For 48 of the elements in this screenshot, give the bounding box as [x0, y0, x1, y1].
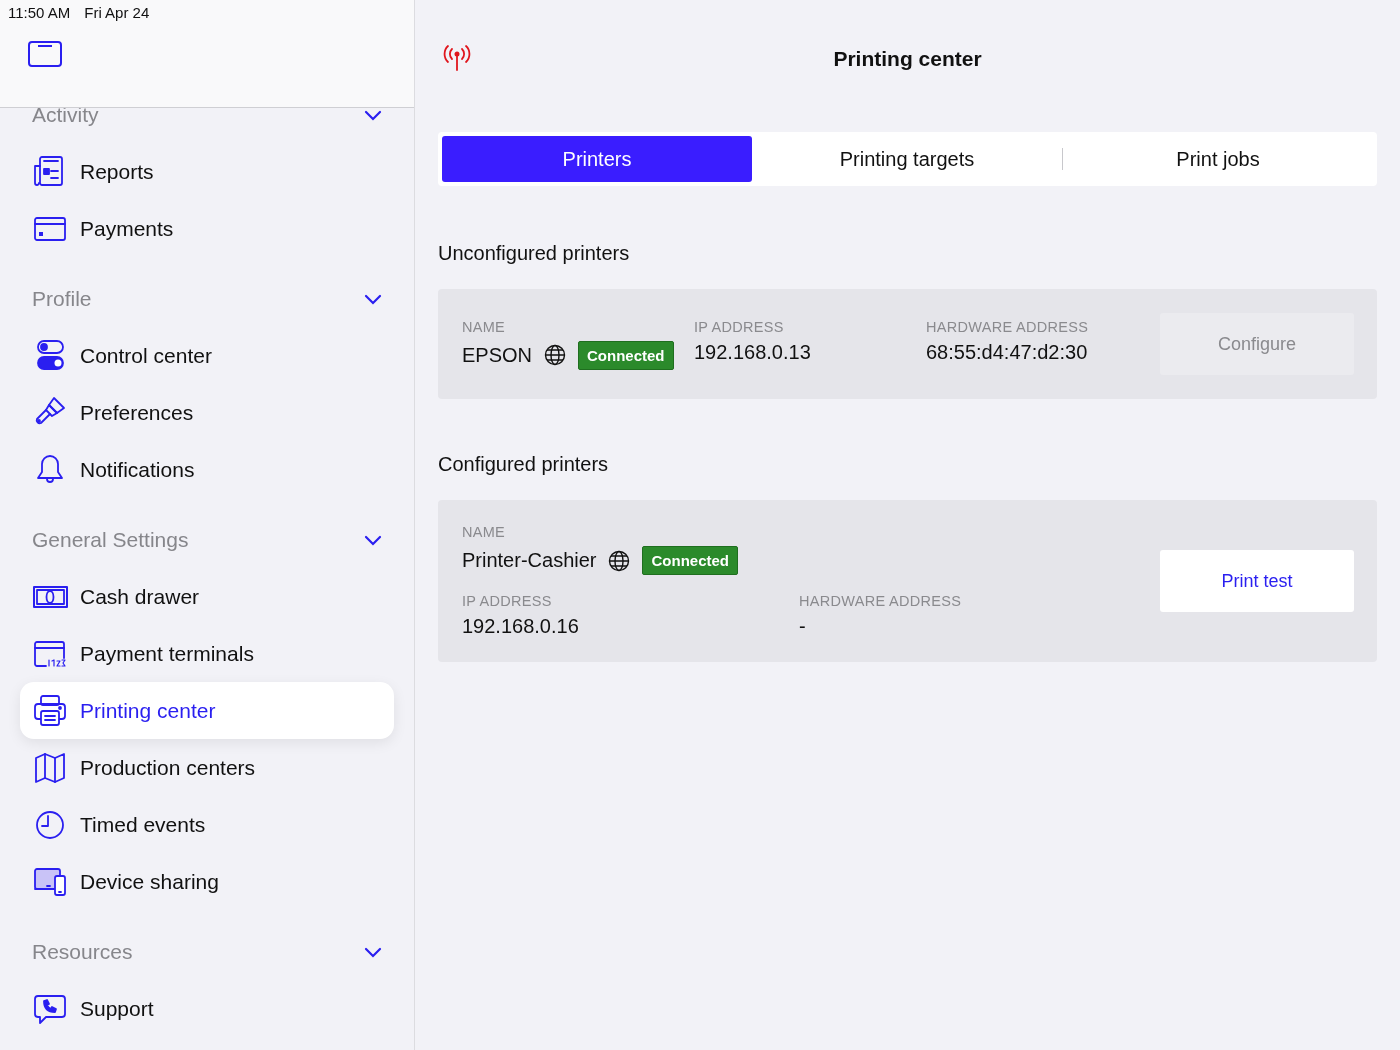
sidebar-item[interactable]: Notifications: [20, 441, 394, 498]
section-title: Activity: [32, 102, 99, 127]
chevron-down-icon[interactable]: [364, 108, 382, 121]
status-time: 11:50 AM: [8, 4, 71, 21]
hardware-address: -: [799, 615, 807, 638]
field-label: HARDWARE ADDRESS: [799, 593, 963, 609]
section-title: Profile: [32, 286, 92, 311]
sidebar-item[interactable]: Reports: [20, 143, 394, 200]
hardware-address: 68:55:d4:47:d2:30: [926, 340, 1089, 364]
section-heading: Configured printers: [438, 453, 610, 476]
chevron-down-icon[interactable]: [364, 533, 382, 546]
field-label: NAME: [462, 318, 507, 335]
sidebar-toggle-icon[interactable]: [28, 41, 62, 67]
status-badge: Connected: [578, 340, 674, 370]
sidebar-item[interactable]: Printing center: [20, 682, 394, 739]
status-date: Fri Apr 24: [84, 4, 150, 21]
ip-address: 192.168.0.16: [462, 615, 580, 638]
globe-icon: [544, 344, 567, 366]
print-test-button[interactable]: Print test: [1160, 550, 1354, 612]
tab[interactable]: Printing targets: [752, 136, 1062, 182]
page-title: Printing center: [833, 47, 982, 70]
sidebar-item[interactable]: Payments: [20, 200, 394, 257]
sidebar-item[interactable]: Production centers: [20, 739, 394, 796]
sidebar-item[interactable]: Preferences: [20, 384, 394, 441]
printer-icon: [32, 692, 68, 729]
tab[interactable]: Print jobs: [1063, 136, 1373, 182]
globe-icon: [608, 549, 631, 572]
chevron-down-icon[interactable]: [364, 292, 382, 305]
sidebar-item[interactable]: Payment terminals: [20, 625, 394, 682]
status-badge: Connected: [642, 546, 738, 575]
field-label: HARDWARE ADDRESS: [926, 318, 1090, 335]
section-title: General Settings: [32, 527, 189, 552]
sidebar-item[interactable]: Control center: [20, 327, 394, 384]
sidebar-item[interactable]: Support: [20, 980, 394, 1037]
field-label: IP ADDRESS: [694, 318, 785, 335]
section-title: Resources: [32, 939, 133, 964]
section-heading: Unconfigured printers: [438, 242, 631, 265]
printer-name: EPSON: [462, 343, 533, 367]
tab[interactable]: Printers: [442, 136, 752, 182]
antenna-icon: [442, 44, 472, 72]
ip-address: 192.168.0.13: [694, 340, 812, 364]
sidebar-item[interactable]: Cash drawer: [20, 568, 394, 625]
sidebar-item[interactable]: Timed events: [20, 796, 394, 853]
sidebar-item[interactable]: Device sharing: [20, 853, 394, 910]
chevron-down-icon[interactable]: [364, 945, 382, 958]
printer-name: Printer-Cashier: [462, 549, 597, 572]
field-label: NAME: [462, 524, 507, 540]
field-label: IP ADDRESS: [462, 593, 553, 609]
